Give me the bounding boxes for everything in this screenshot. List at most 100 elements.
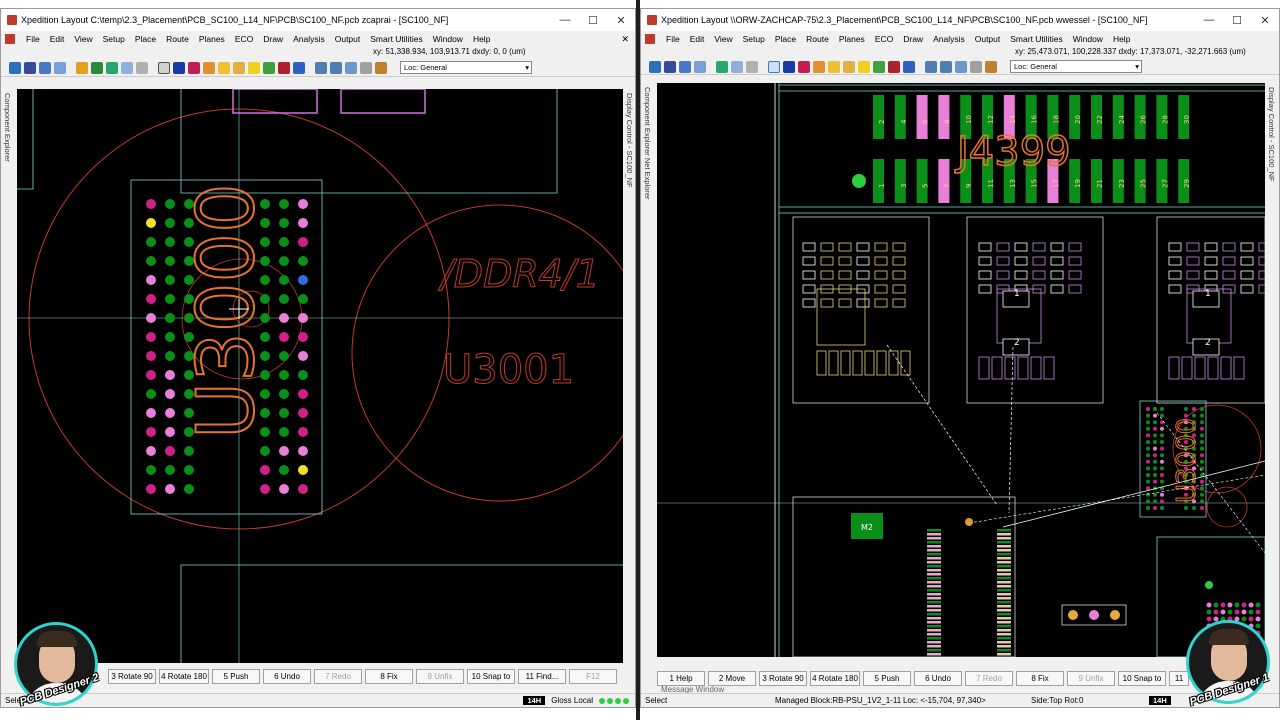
layer-icon[interactable]: [783, 60, 795, 73]
display-control-tab[interactable]: Display Control - SC100_NF: [623, 89, 635, 659]
left-pcb-canvas[interactable]: U3000 /DDR4/1 U3001: [17, 89, 623, 663]
component-icon[interactable]: [828, 60, 840, 73]
fkey-rotate-90[interactable]: 3 Rotate 90: [759, 670, 807, 686]
fkey-snap-to[interactable]: 10 Snap to: [467, 668, 515, 684]
grid-icon[interactable]: [716, 60, 728, 73]
menu-route[interactable]: Route: [801, 34, 834, 44]
route-icon[interactable]: [91, 61, 103, 74]
undo-icon[interactable]: [39, 61, 51, 74]
close-button[interactable]: ✕: [607, 14, 635, 27]
menu-analysis[interactable]: Analysis: [928, 34, 970, 44]
menu-output[interactable]: Output: [330, 34, 366, 44]
via-icon[interactable]: [203, 61, 215, 74]
measure-icon[interactable]: [375, 61, 387, 74]
find-icon[interactable]: [24, 61, 36, 74]
menu-window[interactable]: Window: [1068, 34, 1108, 44]
document-close-icon[interactable]: ✕: [621, 34, 635, 45]
component-explorer-tab[interactable]: Component Explorer Net Explorer: [641, 83, 655, 663]
pan-icon[interactable]: [970, 60, 982, 73]
fkey-fix[interactable]: 8 Fix: [1016, 670, 1064, 686]
measure-icon[interactable]: [985, 60, 997, 73]
rules-icon[interactable]: [888, 60, 900, 73]
menu-help[interactable]: Help: [468, 34, 495, 44]
display-icon[interactable]: [293, 61, 305, 74]
document-menu-icon[interactable]: [645, 34, 655, 44]
fkey-unfix[interactable]: 9 Unfix: [416, 668, 464, 684]
minimize-button[interactable]: —: [551, 14, 579, 26]
drc-icon[interactable]: [188, 61, 200, 74]
menu-draw[interactable]: Draw: [258, 34, 288, 44]
place-icon[interactable]: [76, 61, 88, 74]
fkey-snap-to[interactable]: 10 Snap to: [1118, 670, 1166, 686]
menu-route[interactable]: Route: [161, 34, 194, 44]
menu-edit[interactable]: Edit: [685, 34, 710, 44]
location-select[interactable]: Loc: General ▾: [400, 61, 532, 74]
menu-place[interactable]: Place: [130, 34, 161, 44]
fkey-rotate-180[interactable]: 4 Rotate 180: [810, 670, 860, 686]
check-icon[interactable]: [263, 61, 275, 74]
right-pcb-canvas[interactable]: J4399 2 1 4 3 6 5 8 7 10 9 12 11 14 13 16 15 18 17 20 19 22 2…: [657, 83, 1265, 657]
net-icon[interactable]: [843, 60, 855, 73]
menu-file[interactable]: File: [661, 34, 685, 44]
menu-view[interactable]: View: [69, 34, 97, 44]
paste-icon[interactable]: [746, 60, 758, 73]
menu-planes[interactable]: Planes: [194, 34, 230, 44]
fkey-rotate-90[interactable]: 3 Rotate 90: [108, 668, 156, 684]
left-board-graphics[interactable]: U3000 /DDR4/1 U3001: [17, 89, 623, 663]
layer-icon[interactable]: [173, 61, 185, 74]
fkey-f12[interactable]: F12: [569, 668, 617, 684]
document-menu-icon[interactable]: [5, 34, 15, 44]
location-select[interactable]: Loc: General ▾: [1010, 60, 1142, 73]
warning-icon[interactable]: [858, 60, 870, 73]
zoom-fit-icon[interactable]: [345, 61, 357, 74]
menu-smart-utilities[interactable]: Smart Utilities: [1005, 34, 1067, 44]
menu-file[interactable]: File: [21, 34, 45, 44]
fkey-undo[interactable]: 6 Undo: [914, 670, 962, 686]
copy-icon[interactable]: [731, 60, 743, 73]
fkey-move[interactable]: 2 Move: [708, 670, 756, 686]
fkey-push[interactable]: 5 Push: [212, 668, 260, 684]
display-control-tab[interactable]: Display Control - SC100_NF: [1265, 83, 1279, 663]
menu-smart-utilities[interactable]: Smart Utilities: [365, 34, 427, 44]
select-arrow-icon[interactable]: [158, 61, 170, 74]
zoom-fit-icon[interactable]: [955, 60, 967, 73]
grid-icon[interactable]: [106, 61, 118, 74]
menu-eco[interactable]: ECO: [230, 34, 258, 44]
zoom-out-icon[interactable]: [940, 60, 952, 73]
fkey-rotate-180[interactable]: 4 Rotate 180: [159, 668, 209, 684]
save-icon[interactable]: [9, 61, 21, 74]
fkey-find[interactable]: 11 Find...: [518, 668, 566, 684]
find-icon[interactable]: [664, 60, 676, 73]
redo-icon[interactable]: [694, 60, 706, 73]
connector-strip-pads[interactable]: [927, 529, 1011, 656]
maximize-button[interactable]: ☐: [1223, 14, 1251, 27]
right-board-graphics[interactable]: J4399 2143658710912111413161518172019222…: [657, 83, 1265, 657]
menu-planes[interactable]: Planes: [834, 34, 870, 44]
rules-icon[interactable]: [278, 61, 290, 74]
drc-icon[interactable]: [798, 60, 810, 73]
fkey-11[interactable]: 11: [1169, 670, 1189, 686]
menu-draw[interactable]: Draw: [898, 34, 928, 44]
power-modules[interactable]: [802, 242, 1265, 380]
zoom-in-icon[interactable]: [315, 61, 327, 74]
check-icon[interactable]: [873, 60, 885, 73]
fkey-undo[interactable]: 6 Undo: [263, 668, 311, 684]
undo-icon[interactable]: [679, 60, 691, 73]
minimize-button[interactable]: —: [1195, 14, 1223, 26]
fkey-redo[interactable]: 7 Redo: [965, 670, 1013, 686]
menu-view[interactable]: View: [709, 34, 737, 44]
display-icon[interactable]: [903, 60, 915, 73]
warning-icon[interactable]: [248, 61, 260, 74]
maximize-button[interactable]: ☐: [579, 14, 607, 27]
copy-icon[interactable]: [121, 61, 133, 74]
fkey-help[interactable]: 1 Help: [657, 670, 705, 686]
menu-place[interactable]: Place: [770, 34, 801, 44]
menu-analysis[interactable]: Analysis: [288, 34, 330, 44]
pan-icon[interactable]: [360, 61, 372, 74]
menu-edit[interactable]: Edit: [45, 34, 70, 44]
menu-help[interactable]: Help: [1108, 34, 1135, 44]
fkey-fix[interactable]: 8 Fix: [365, 668, 413, 684]
save-icon[interactable]: [649, 60, 661, 73]
menu-eco[interactable]: ECO: [870, 34, 898, 44]
component-explorer-tab[interactable]: Component Explorer: [1, 89, 15, 659]
